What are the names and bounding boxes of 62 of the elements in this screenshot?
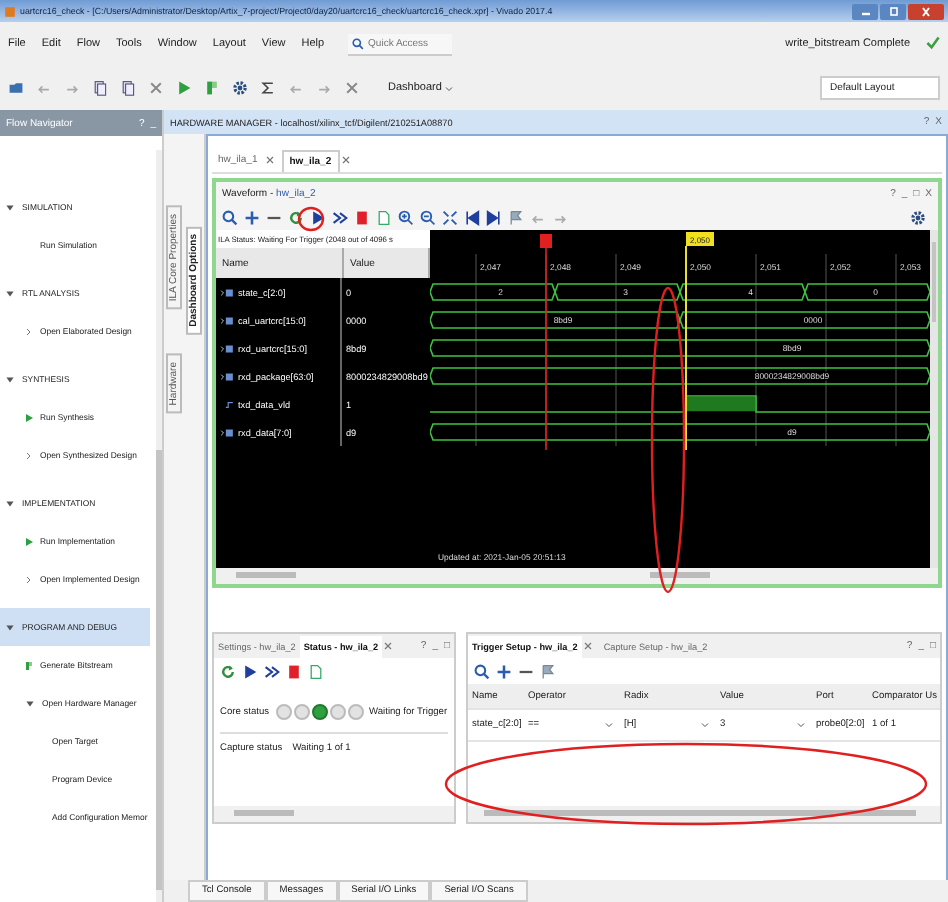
close-icon[interactable] — [339, 154, 352, 166]
skip-end-icon[interactable] — [486, 209, 502, 225]
caret-down-icon[interactable] — [24, 697, 36, 709]
flag-icon[interactable] — [540, 663, 556, 679]
search-icon[interactable] — [352, 37, 365, 49]
wire-icon — [220, 399, 234, 409]
refresh-icon[interactable] — [220, 663, 236, 679]
run-icon[interactable] — [176, 80, 192, 96]
folder-icon[interactable] — [8, 80, 24, 96]
stop-icon[interactable] — [354, 209, 370, 225]
gear-icon[interactable] — [232, 80, 248, 96]
trigger-marker[interactable] — [540, 234, 552, 451]
skip-start-icon[interactable] — [464, 209, 480, 225]
annotation-ellipse — [297, 206, 325, 232]
close-icon[interactable] — [916, 5, 936, 17]
fast-forward-icon[interactable] — [264, 663, 280, 679]
dropdown-caret-icon[interactable] — [604, 720, 614, 730]
run-icon[interactable] — [24, 535, 34, 547]
plus-icon[interactable] — [496, 663, 512, 679]
refresh-icon[interactable] — [288, 209, 304, 225]
dropdown-caret-icon[interactable] — [700, 720, 710, 730]
cross-icon[interactable] — [344, 80, 360, 96]
bitstream-icon[interactable] — [204, 80, 220, 96]
close-icon[interactable] — [581, 640, 594, 652]
scrollbar[interactable] — [156, 150, 162, 902]
scrollbar[interactable] — [930, 230, 938, 568]
cross-icon[interactable] — [148, 80, 164, 96]
stop-icon[interactable] — [286, 663, 302, 679]
fast-forward-icon[interactable] — [332, 209, 348, 225]
run-icon[interactable] — [24, 411, 34, 423]
bitstream-icon[interactable] — [24, 659, 34, 671]
caret-down-icon[interactable] — [4, 373, 16, 385]
zoom-in-icon[interactable] — [398, 209, 414, 225]
close-icon[interactable] — [263, 154, 276, 166]
close-icon[interactable] — [382, 640, 395, 652]
bus-icon[interactable] — [220, 287, 234, 297]
caret-down-icon[interactable] — [4, 497, 16, 509]
sigma-icon[interactable] — [260, 80, 276, 96]
zoom-out-icon[interactable] — [420, 209, 436, 225]
document-icon[interactable] — [308, 663, 324, 679]
play-icon[interactable] — [242, 663, 258, 679]
dropdown-caret-icon[interactable] — [443, 83, 454, 93]
document-icon[interactable] — [376, 209, 392, 225]
bus-icon[interactable] — [220, 315, 234, 325]
scrollbar[interactable] — [468, 806, 940, 822]
bus-icon[interactable] — [220, 371, 234, 381]
scrollbar[interactable] — [214, 806, 454, 822]
fit-icon[interactable] — [442, 209, 458, 225]
play-icon[interactable] — [310, 209, 326, 225]
dropdown-caret-icon[interactable] — [796, 720, 806, 730]
search-icon[interactable] — [222, 209, 238, 225]
bus-icon[interactable] — [220, 427, 234, 437]
flag-icon[interactable] — [508, 209, 524, 225]
bus-icon[interactable] — [220, 343, 234, 353]
caret-down-icon[interactable] — [4, 287, 16, 299]
search-icon[interactable] — [474, 663, 490, 679]
caret-down-icon[interactable] — [4, 201, 16, 213]
plus-icon[interactable] — [244, 209, 260, 225]
gear-icon[interactable] — [910, 209, 926, 225]
check-icon[interactable] — [926, 35, 940, 49]
caret-down-icon[interactable] — [4, 621, 16, 633]
app-icon — [4, 5, 16, 17]
